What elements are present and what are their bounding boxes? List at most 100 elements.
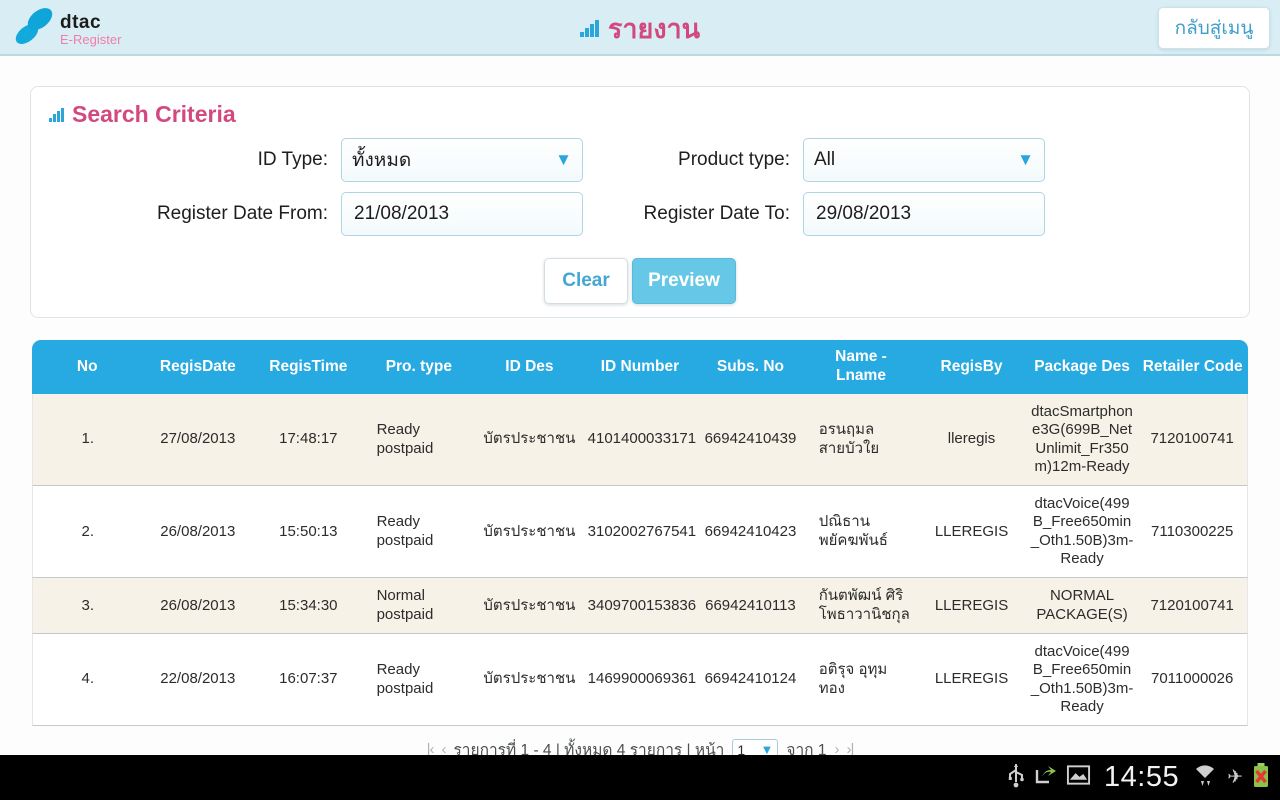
logo-subtitle: E-Register <box>60 33 121 47</box>
cell-retailer-code: 7120100741 <box>1137 394 1248 486</box>
cell-name-lname: อติรุจ อุทุมทอง <box>806 634 917 726</box>
cell-pro-type: Ready postpaid <box>364 634 475 726</box>
cell-id-des: บัตรประชาชน <box>474 634 585 726</box>
cell-regisdate: 27/08/2013 <box>143 394 254 486</box>
product-type-label: Product type: <box>583 149 803 171</box>
cell-no: 3. <box>32 578 143 634</box>
dropdown-arrow-icon: ▼ <box>555 150 572 170</box>
search-criteria-title: Search Criteria <box>31 87 1249 128</box>
col-header-subs-no: Subs. No <box>695 340 806 394</box>
cell-id-number: 3409700153836 <box>585 578 696 634</box>
table-header-row: No RegisDate RegisTime Pro. type ID Des … <box>32 340 1248 394</box>
product-type-value: All <box>814 149 1017 171</box>
dtac-butterfly-icon <box>12 3 58 56</box>
usb-icon <box>1008 762 1024 793</box>
search-criteria-title-text: Search Criteria <box>72 101 236 128</box>
clock: 14:55 <box>1104 761 1179 794</box>
cell-name-lname: กันตพัฒน์ ศิริโพธาวานิชกุล <box>806 578 917 634</box>
cell-package-des: dtacSmartphone3G(699B_NetUnlimit_Fr350m)… <box>1027 394 1138 486</box>
dtac-logo: dtac E-Register <box>12 3 121 56</box>
expand-tray-button[interactable] <box>620 760 660 796</box>
cell-id-des: บัตรประชาชน <box>474 578 585 634</box>
col-header-pro-type: Pro. type <box>364 340 475 394</box>
date-from-label: Register Date From: <box>61 203 341 225</box>
table-row: 1. 27/08/2013 17:48:17 Ready postpaid บั… <box>32 394 1248 486</box>
id-type-label: ID Type: <box>61 149 341 171</box>
screenshot-captured-icon <box>1033 763 1057 792</box>
cell-regisby: lleregis <box>916 394 1027 486</box>
cell-id-number: 1469900069361 <box>585 634 696 726</box>
back-nav-button[interactable] <box>24 760 64 796</box>
id-type-select[interactable]: ทั้งหมด ▼ <box>341 138 583 182</box>
back-to-menu-button[interactable]: กลับสู่เมนู <box>1158 7 1270 49</box>
col-header-registime: RegisTime <box>253 340 364 394</box>
preview-button[interactable]: Preview <box>632 258 736 304</box>
cell-no: 2. <box>32 486 143 578</box>
date-from-input[interactable] <box>341 192 583 236</box>
cell-id-number: 3102002767541 <box>585 486 696 578</box>
recents-nav-button[interactable] <box>178 760 218 796</box>
cell-package-des: dtacVoice(499B_Free650min_Oth1.50B)3m-Re… <box>1027 634 1138 726</box>
cell-no: 1. <box>32 394 143 486</box>
page-title-text: รายงาน <box>608 7 700 50</box>
table-row: 3. 26/08/2013 15:34:30 Normal postpaid บ… <box>32 578 1248 634</box>
cell-pro-type: Ready postpaid <box>364 394 475 486</box>
product-type-select[interactable]: All ▼ <box>803 138 1045 182</box>
cell-package-des: dtacVoice(499B_Free650min_Oth1.50B)3m-Re… <box>1027 486 1138 578</box>
date-to-label: Register Date To: <box>583 203 803 225</box>
col-header-package-des: Package Des <box>1027 340 1138 394</box>
cell-retailer-code: 7120100741 <box>1137 578 1248 634</box>
cell-regisby: LLEREGIS <box>916 486 1027 578</box>
cell-regisdate: 22/08/2013 <box>143 634 254 726</box>
cell-subs-no: 66942410439 <box>695 394 806 486</box>
cell-pro-type: Ready postpaid <box>364 486 475 578</box>
col-header-id-number: ID Number <box>585 340 696 394</box>
cell-name-lname: อรนฤมล สายบัวใย <box>806 394 917 486</box>
cell-regisdate: 26/08/2013 <box>143 578 254 634</box>
col-header-regisdate: RegisDate <box>143 340 254 394</box>
system-tray[interactable]: 14:55 ✈ <box>1008 755 1270 800</box>
battery-warning-icon <box>1252 762 1270 793</box>
cell-id-des: บัตรประชาชน <box>474 394 585 486</box>
search-criteria-panel: Search Criteria ID Type: ทั้งหมด ▼ Produ… <box>30 86 1250 318</box>
cell-registime: 15:34:30 <box>253 578 364 634</box>
logo-title: dtac <box>60 13 121 33</box>
report-bars-icon <box>580 20 599 37</box>
table-row: 4. 22/08/2013 16:07:37 Ready postpaid บั… <box>32 634 1248 726</box>
id-type-value: ทั้งหมด <box>352 145 555 175</box>
screenshot-nav-button[interactable] <box>255 760 295 796</box>
app-header: dtac E-Register รายงาน กลับสู่เมนู <box>0 0 1280 56</box>
cell-id-number: 4101400033171 <box>585 394 696 486</box>
cell-id-des: บัตรประชาชน <box>474 486 585 578</box>
cell-regisdate: 26/08/2013 <box>143 486 254 578</box>
cell-regisby: LLEREGIS <box>916 578 1027 634</box>
cell-pro-type: Normal postpaid <box>364 578 475 634</box>
date-to-input[interactable] <box>803 192 1045 236</box>
cell-no: 4. <box>32 634 143 726</box>
cell-registime: 15:50:13 <box>253 486 364 578</box>
cell-retailer-code: 7110300225 <box>1137 486 1248 578</box>
col-header-name-lname: Name - Lname <box>806 340 917 394</box>
cell-registime: 16:07:37 <box>253 634 364 726</box>
home-nav-button[interactable] <box>101 760 141 796</box>
screen: dtac E-Register รายงาน กลับสู่เมนู Searc… <box>0 0 1280 800</box>
main-content: Search Criteria ID Type: ทั้งหมด ▼ Produ… <box>0 58 1280 755</box>
col-header-no: No <box>32 340 143 394</box>
col-header-id-des: ID Des <box>474 340 585 394</box>
dropdown-arrow-icon: ▼ <box>1017 150 1034 170</box>
gallery-icon <box>1066 764 1091 791</box>
cell-name-lname: ปณิธาน พยัคฆพันธ์ <box>806 486 917 578</box>
cell-package-des: NORMAL PACKAGE(S) <box>1027 578 1138 634</box>
clear-button[interactable]: Clear <box>544 258 628 304</box>
col-header-retailer-code: Retailer Code <box>1137 340 1248 394</box>
airplane-mode-icon: ✈ <box>1227 766 1243 789</box>
col-header-regisby: RegisBy <box>916 340 1027 394</box>
table-row: 2. 26/08/2013 15:50:13 Ready postpaid บั… <box>32 486 1248 578</box>
android-navbar: 14:55 ✈ <box>0 755 1280 800</box>
cell-subs-no: 66942410113 <box>695 578 806 634</box>
page-title: รายงาน <box>0 0 1280 56</box>
cell-subs-no: 66942410124 <box>695 634 806 726</box>
wifi-icon <box>1192 762 1218 793</box>
report-table: No RegisDate RegisTime Pro. type ID Des … <box>32 340 1248 762</box>
cell-registime: 17:48:17 <box>253 394 364 486</box>
